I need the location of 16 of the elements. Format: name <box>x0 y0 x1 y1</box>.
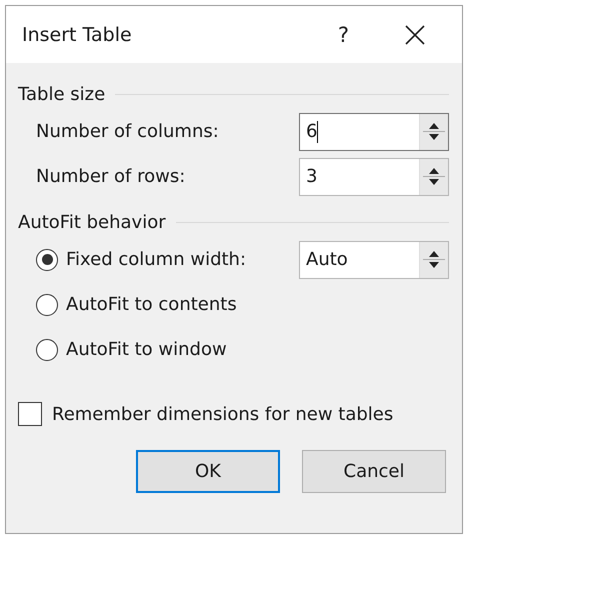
field-label: Number of rows: <box>36 166 186 187</box>
width-spinner[interactable]: Auto <box>299 240 449 278</box>
number-spinner[interactable]: 3 <box>299 158 449 196</box>
close-icon[interactable] <box>404 24 426 46</box>
remember-checkbox[interactable]: Remember dimensions for new tables <box>18 402 449 426</box>
radio-option[interactable]: Fixed column width: <box>36 248 246 270</box>
radio-option[interactable]: AutoFit to window <box>36 338 227 360</box>
cancel-button[interactable]: Cancel <box>302 450 446 493</box>
radio-option[interactable]: AutoFit to contents <box>36 294 237 316</box>
field-label: Number of columns: <box>36 121 219 142</box>
section-heading: Table size <box>18 84 106 104</box>
ok-button[interactable]: OK <box>136 450 280 493</box>
number-spinner[interactable]: 6 <box>299 112 449 150</box>
section-heading: AutoFit behavior <box>18 212 166 232</box>
help-button[interactable]: ? <box>338 22 349 46</box>
window-title: Insert Table <box>22 24 133 46</box>
